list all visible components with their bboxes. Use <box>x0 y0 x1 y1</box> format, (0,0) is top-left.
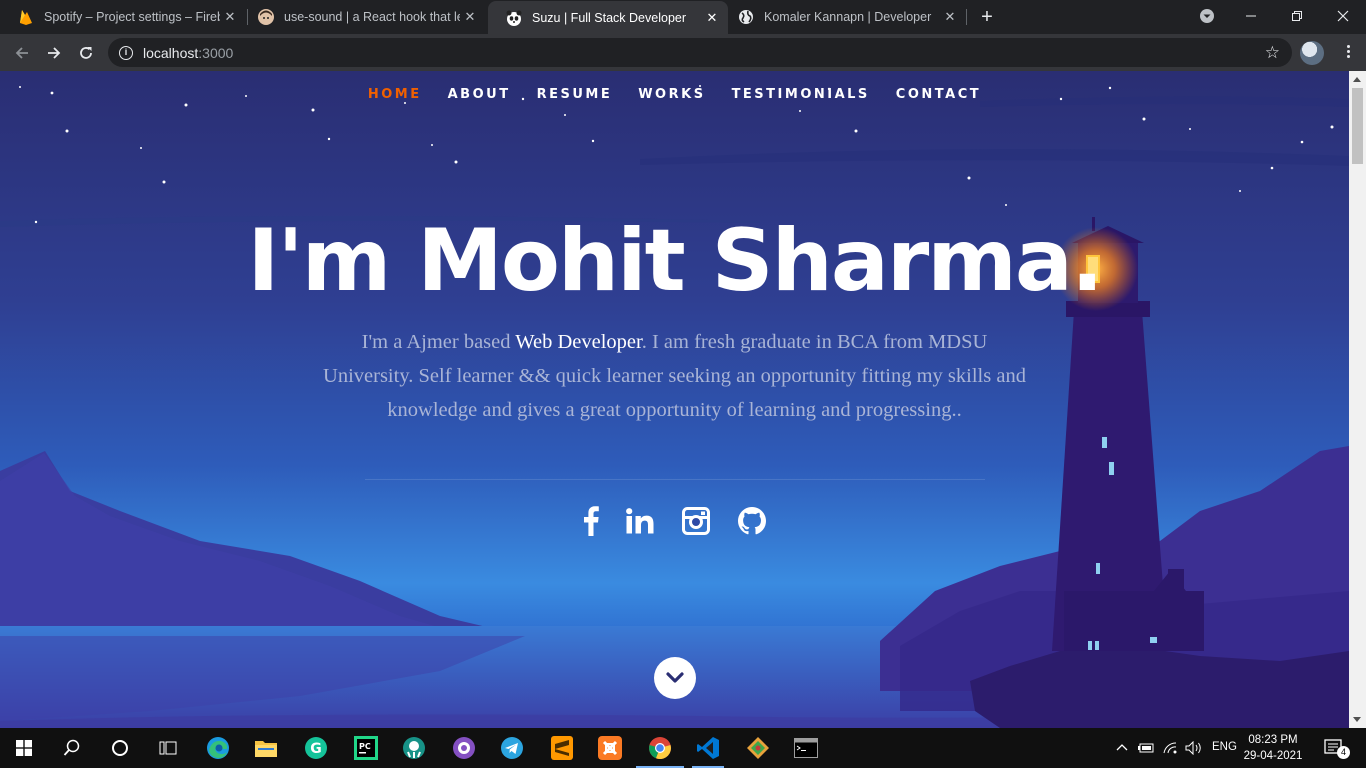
chevron-down-icon <box>666 672 684 683</box>
tab-strip: Spotify – Project settings – Fireba ✕ us… <box>0 0 1366 34</box>
tab-search-button[interactable] <box>1184 0 1230 32</box>
globe-icon <box>738 9 754 25</box>
arrow-left-icon <box>15 47 28 59</box>
minimize-icon <box>1246 15 1256 17</box>
nav-testimonials[interactable]: TESTIMONIALS <box>719 87 883 102</box>
scrollbar-thumb[interactable] <box>1352 88 1363 164</box>
tab-title: use-sound | a React hook that let <box>284 10 460 24</box>
close-tab-icon[interactable]: ✕ <box>704 10 720 26</box>
tab-use-sound[interactable]: use-sound | a React hook that let ✕ <box>240 0 486 34</box>
terminal-icon[interactable] <box>782 728 830 768</box>
scroll-down-button[interactable] <box>654 657 696 699</box>
back-button[interactable] <box>8 39 36 67</box>
bookmark-star-icon[interactable]: ☆ <box>1265 43 1280 63</box>
wifi-icon[interactable] <box>1158 728 1182 768</box>
address-host: localhost <box>143 44 199 61</box>
reload-button[interactable] <box>72 39 100 67</box>
task-view-icon[interactable] <box>144 728 192 768</box>
tab-firebase[interactable]: Spotify – Project settings – Fireba ✕ <box>0 0 246 34</box>
chevron-down-icon <box>1200 9 1214 23</box>
page-scrollbar[interactable] <box>1349 71 1366 728</box>
tab-title: Suzu | Full Stack Developer <box>532 10 687 25</box>
intro-highlight: Web Developer <box>515 331 642 353</box>
close-window-button[interactable] <box>1320 0 1366 32</box>
browser-toolbar: i localhost:3000 ☆ <box>0 34 1366 71</box>
language-indicator[interactable]: ENG <box>1212 741 1237 753</box>
tab-title: Spotify – Project settings – Fireba <box>44 10 220 24</box>
cortana-icon[interactable] <box>96 728 144 768</box>
scroll-up-arrow-icon[interactable] <box>1353 77 1361 82</box>
firebase-icon <box>18 9 34 25</box>
edge-icon[interactable] <box>194 728 242 768</box>
close-icon <box>1337 10 1349 22</box>
avatar-icon <box>258 9 274 25</box>
chrome-icon[interactable] <box>636 728 684 768</box>
close-tab-icon[interactable]: ✕ <box>942 9 958 25</box>
sublime-text-icon[interactable] <box>538 728 586 768</box>
notifications-icon[interactable]: 4 <box>1316 728 1352 768</box>
restore-icon <box>1292 11 1302 21</box>
pycharm-icon[interactable]: PC <box>342 728 390 768</box>
volume-icon[interactable] <box>1182 728 1206 768</box>
tab-suzu[interactable]: Suzu | Full Stack Developer ✕ <box>488 1 728 34</box>
minimize-button[interactable] <box>1228 0 1274 32</box>
grammarly-icon[interactable]: G <box>292 728 340 768</box>
svg-text:PC: PC <box>359 742 371 751</box>
github-icon[interactable] <box>734 501 770 541</box>
browser-menu-icon[interactable] <box>1338 43 1358 63</box>
instagram-icon[interactable] <box>678 501 714 541</box>
close-tab-icon[interactable]: ✕ <box>462 9 478 25</box>
nav-about[interactable]: ABOUT <box>435 87 524 102</box>
clock-date: 29-04-2021 <box>1243 750 1303 762</box>
svg-text:G: G <box>310 741 322 757</box>
page-viewport: HOME ABOUT RESUME WORKS TESTIMONIALS CON… <box>0 71 1349 728</box>
file-explorer-icon[interactable] <box>242 728 290 768</box>
tab-title: Komaler Kannapn | Developer <box>764 10 932 24</box>
hero-intro: I'm a Ajmer based Web Developer. I am fr… <box>320 325 1029 427</box>
arrow-right-icon <box>48 47 61 59</box>
git-extensions-icon[interactable] <box>734 728 782 768</box>
address-bar[interactable]: i localhost:3000 ☆ <box>108 38 1292 67</box>
tab-komaler[interactable]: Komaler Kannapn | Developer ✕ <box>720 0 966 34</box>
clock-time: 08:23 PM <box>1248 734 1298 746</box>
nav-resume[interactable]: RESUME <box>524 87 626 102</box>
notification-count-badge: 4 <box>1337 746 1350 759</box>
nav-works[interactable]: WORKS <box>625 87 718 102</box>
hero-title: I'm Mohit Sharma. <box>247 211 1103 311</box>
linkedin-icon[interactable] <box>622 501 658 541</box>
nav-home[interactable]: HOME <box>355 87 435 102</box>
social-links <box>572 501 782 541</box>
gitkraken-icon[interactable] <box>390 728 438 768</box>
address-port: :3000 <box>198 44 234 61</box>
close-tab-icon[interactable]: ✕ <box>222 9 238 25</box>
vscode-icon[interactable] <box>684 728 732 768</box>
nav-contact[interactable]: CONTACT <box>883 87 994 102</box>
scroll-down-arrow-icon[interactable] <box>1353 717 1361 722</box>
forward-button[interactable] <box>40 39 68 67</box>
facebook-icon[interactable] <box>573 501 609 541</box>
chevron-up-icon[interactable] <box>1110 728 1134 768</box>
hero-divider <box>365 479 985 480</box>
windows-taskbar: G PC ENG 08:23 PM 29-04-2021 4 <box>0 728 1366 768</box>
info-icon[interactable]: i <box>119 45 133 60</box>
reload-icon <box>80 47 92 59</box>
windows-start-icon[interactable] <box>0 728 48 768</box>
panda-icon <box>506 10 522 26</box>
taskbar-clock[interactable]: 08:23 PM 29-04-2021 <box>1238 732 1308 764</box>
new-tab-button[interactable]: + <box>976 6 998 28</box>
intro-text-start: I'm a Ajmer based <box>361 331 516 353</box>
telegram-icon[interactable] <box>488 728 536 768</box>
search-icon[interactable] <box>48 728 96 768</box>
restore-button[interactable] <box>1274 0 1320 32</box>
github-desktop-icon[interactable] <box>440 728 488 768</box>
battery-icon[interactable] <box>1134 728 1158 768</box>
xampp-icon[interactable] <box>586 728 634 768</box>
tab-divider <box>966 9 967 25</box>
profile-avatar[interactable] <box>1300 41 1324 65</box>
site-nav: HOME ABOUT RESUME WORKS TESTIMONIALS CON… <box>0 87 1349 102</box>
